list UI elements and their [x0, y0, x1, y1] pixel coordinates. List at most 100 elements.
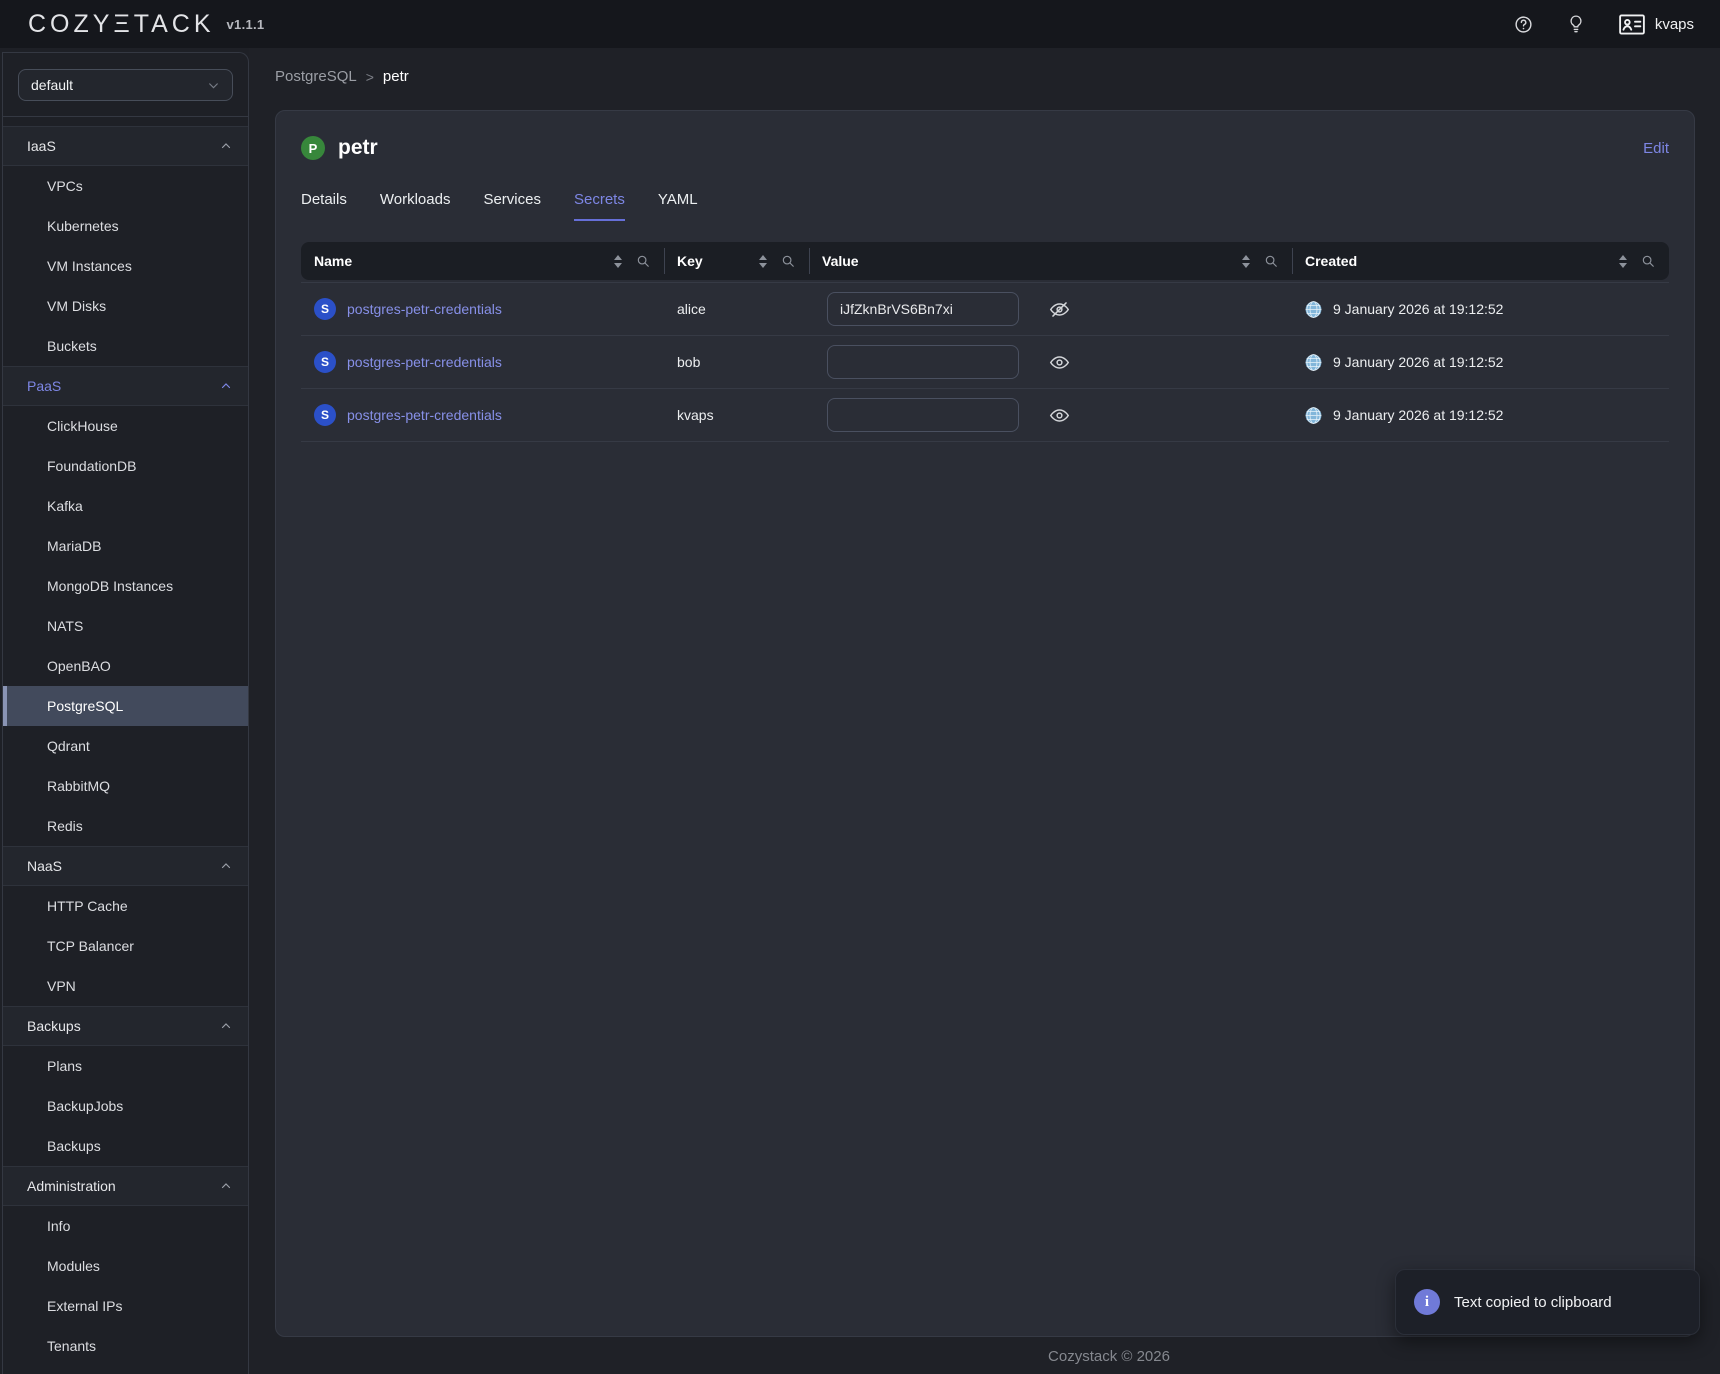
main-content: PostgreSQL > petr P petr Edit Details Wo…: [249, 48, 1720, 1374]
tenant-select[interactable]: default: [18, 69, 233, 101]
sidebar-section-administration[interactable]: Administration: [3, 1166, 248, 1206]
version-label: v1.1.1: [227, 17, 265, 32]
sidebar-item-rabbitmq[interactable]: RabbitMQ: [3, 766, 248, 806]
sidebar-item-postgresql[interactable]: PostgreSQL: [3, 686, 248, 726]
sidebar-item-mariadb[interactable]: MariaDB: [3, 526, 248, 566]
toast-message: Text copied to clipboard: [1454, 1294, 1612, 1311]
lightbulb-icon[interactable]: [1567, 14, 1585, 34]
sidebar-item-kubernetes[interactable]: Kubernetes: [3, 206, 248, 246]
resource-avatar: P: [301, 136, 325, 160]
section-label: IaaS: [27, 138, 56, 154]
table-header: Name Key Value: [301, 242, 1669, 280]
sidebar-section-iaas[interactable]: IaaS: [3, 126, 248, 166]
sidebar-item-info[interactable]: Info: [3, 1206, 248, 1246]
breadcrumb-separator: >: [366, 69, 374, 85]
section-label: NaaS: [27, 858, 62, 874]
section-label: Administration: [27, 1178, 116, 1194]
chevron-up-icon: [220, 380, 232, 392]
tab-secrets[interactable]: Secrets: [574, 191, 625, 221]
sidebar: default IaaS VPCs Kubernetes VM Instance…: [0, 48, 249, 1374]
sidebar-item-vm-disks[interactable]: VM Disks: [3, 286, 248, 326]
secret-value-input[interactable]: [827, 398, 1019, 432]
user-menu[interactable]: kvaps: [1619, 14, 1694, 35]
secret-name-link[interactable]: postgres-petr-credentials: [347, 354, 502, 370]
tab-yaml[interactable]: YAML: [658, 191, 698, 221]
secret-key: alice: [677, 301, 706, 317]
sidebar-item-modules[interactable]: Modules: [3, 1246, 248, 1286]
search-icon[interactable]: [1641, 254, 1655, 268]
sidebar-item-external-ips[interactable]: External IPs: [3, 1286, 248, 1326]
sidebar-item-mongodb-instances[interactable]: MongoDB Instances: [3, 566, 248, 606]
sidebar-item-qdrant[interactable]: Qdrant: [3, 726, 248, 766]
breadcrumb-current: petr: [383, 68, 409, 85]
help-icon[interactable]: [1514, 15, 1533, 34]
sidebar-item-tenants[interactable]: Tenants: [3, 1326, 248, 1366]
sidebar-item-vm-instances[interactable]: VM Instances: [3, 246, 248, 286]
sidebar-section-naas[interactable]: NaaS: [3, 846, 248, 886]
sidebar-item-vpcs[interactable]: VPCs: [3, 166, 248, 206]
eye-slash-icon[interactable]: [1049, 299, 1070, 320]
page-title: petr: [338, 136, 378, 160]
column-header-name: Name: [301, 242, 664, 280]
globe-icon: [1304, 353, 1323, 372]
secret-key: bob: [677, 354, 700, 370]
chevron-down-icon: [207, 79, 220, 92]
globe-icon: [1304, 300, 1323, 319]
sort-icon[interactable]: [758, 255, 768, 268]
toast-notification: i Text copied to clipboard: [1395, 1269, 1700, 1335]
breadcrumb-parent-link[interactable]: PostgreSQL: [275, 68, 357, 85]
sidebar-item-kafka[interactable]: Kafka: [3, 486, 248, 526]
eye-icon[interactable]: [1049, 352, 1070, 373]
sidebar-item-foundationdb[interactable]: FoundationDB: [3, 446, 248, 486]
breadcrumb: PostgreSQL > petr: [249, 48, 1720, 85]
created-timestamp: 9 January 2026 at 19:12:52: [1333, 301, 1503, 317]
sort-icon[interactable]: [1618, 255, 1628, 268]
search-icon[interactable]: [1264, 254, 1278, 268]
section-label: Backups: [27, 1018, 81, 1034]
secret-badge: S: [314, 298, 336, 320]
sidebar-item-vpn[interactable]: VPN: [3, 966, 248, 1006]
search-icon[interactable]: [636, 254, 650, 268]
sidebar-item-http-cache[interactable]: HTTP Cache: [3, 886, 248, 926]
user-card-icon: [1619, 14, 1645, 35]
column-header-value: Value: [809, 242, 1292, 280]
table-row: S postgres-petr-credentials alice: [301, 283, 1669, 336]
tenant-selector-box: default: [3, 53, 248, 117]
sidebar-item-clickhouse[interactable]: ClickHouse: [3, 406, 248, 446]
eye-icon[interactable]: [1049, 405, 1070, 426]
table-row: S postgres-petr-credentials kvaps: [301, 389, 1669, 442]
secret-name-link[interactable]: postgres-petr-credentials: [347, 407, 502, 423]
topbar: COZYΞTACK v1.1.1: [0, 0, 1720, 48]
edit-button[interactable]: Edit: [1643, 140, 1669, 157]
created-timestamp: 9 January 2026 at 19:12:52: [1333, 407, 1503, 423]
info-icon: i: [1414, 1289, 1440, 1315]
sidebar-section-paas[interactable]: PaaS: [3, 366, 248, 406]
sidebar-nav: IaaS VPCs Kubernetes VM Instances VM Dis…: [3, 117, 248, 1366]
sort-icon[interactable]: [613, 255, 623, 268]
secret-value-input[interactable]: [827, 345, 1019, 379]
sidebar-item-plans[interactable]: Plans: [3, 1046, 248, 1086]
app-logo[interactable]: COZYΞTACK: [28, 10, 215, 39]
sidebar-item-backups[interactable]: Backups: [3, 1126, 248, 1166]
secret-name-link[interactable]: postgres-petr-credentials: [347, 301, 502, 317]
search-icon[interactable]: [781, 254, 795, 268]
secret-key: kvaps: [677, 407, 714, 423]
tab-services[interactable]: Services: [483, 191, 541, 221]
secret-badge: S: [314, 404, 336, 426]
chevron-up-icon: [220, 1180, 232, 1192]
section-label: PaaS: [27, 378, 61, 394]
tab-details[interactable]: Details: [301, 191, 347, 221]
sidebar-item-nats[interactable]: NATS: [3, 606, 248, 646]
secret-value-input[interactable]: [827, 292, 1019, 326]
tab-workloads[interactable]: Workloads: [380, 191, 451, 221]
secret-badge: S: [314, 351, 336, 373]
secrets-table: Name Key Value: [301, 242, 1669, 442]
sidebar-item-redis[interactable]: Redis: [3, 806, 248, 846]
sidebar-section-backups[interactable]: Backups: [3, 1006, 248, 1046]
sidebar-item-backupjobs[interactable]: BackupJobs: [3, 1086, 248, 1126]
tenant-select-value: default: [31, 77, 73, 93]
sidebar-item-buckets[interactable]: Buckets: [3, 326, 248, 366]
sort-icon[interactable]: [1241, 255, 1251, 268]
sidebar-item-tcp-balancer[interactable]: TCP Balancer: [3, 926, 248, 966]
sidebar-item-openbao[interactable]: OpenBAO: [3, 646, 248, 686]
